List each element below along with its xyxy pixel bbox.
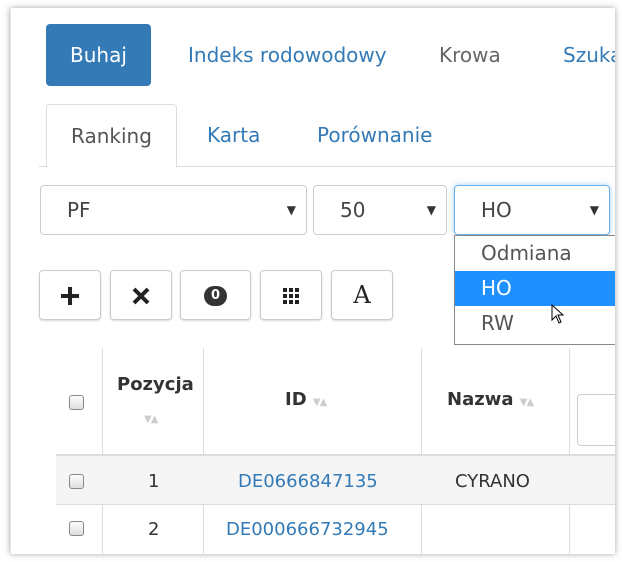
caret-down-icon: ▼ [589,203,599,217]
selected-count-button[interactable]: 0 [180,270,251,320]
font-button[interactable]: A [331,270,393,320]
header-name[interactable]: Nazwa ▼▲ [447,389,534,410]
header-position-label: Pozycja [117,374,194,395]
header-id-label: ID [285,389,307,410]
tab-porownanie[interactable]: Porównanie [317,104,432,166]
grid-icon [283,287,299,304]
sort-icon: ▼▲ [312,397,327,408]
row-id-link[interactable]: DE000666732945 [226,519,389,540]
font-icon: A [353,281,371,309]
header-id[interactable]: ID ▼▲ [285,389,327,410]
sort-icon[interactable]: ▼▲ [144,406,158,427]
clear-button[interactable] [110,270,172,320]
breed-dropdown-list: Odmiana HO RW [454,235,615,345]
trait-select-value: PF [67,198,91,222]
count-select[interactable]: 50 ▼ [313,185,447,235]
x-icon [132,287,150,304]
sort-icon: ▼▲ [519,397,534,408]
nav-pill-search[interactable]: Szuka [563,24,615,86]
columns-button[interactable] [260,270,322,320]
option-rw[interactable]: RW [455,306,615,341]
header-name-label: Nazwa [447,389,514,410]
tab-karta[interactable]: Karta [207,104,260,166]
count-select-value: 50 [340,198,366,222]
row-position: 1 [148,471,160,492]
mouse-cursor-icon [551,304,565,324]
selected-count-badge: 0 [203,285,228,306]
option-ho[interactable]: HO [455,271,615,306]
table-divider [102,348,103,554]
nav-pill-buhaj[interactable]: Buhaj [46,24,151,86]
nav-pill-pedigree-index[interactable]: Indeks rodowodowy [188,24,387,86]
add-button[interactable] [39,270,101,320]
row-position: 2 [148,519,160,540]
table-divider [203,348,204,554]
tab-ranking[interactable]: Ranking [46,104,177,168]
plus-icon [61,286,79,305]
table-row-border [56,504,615,505]
breed-select[interactable]: HO ▼ [454,185,610,235]
row-id-link[interactable]: DE0666847135 [238,471,378,492]
header-position[interactable]: Pozycja [117,374,194,395]
caret-down-icon: ▼ [426,203,436,217]
table-divider [569,348,570,554]
select-all-checkbox[interactable] [69,395,84,410]
caret-down-icon: ▼ [286,203,296,217]
nav-pill-krowa[interactable]: Krowa [439,24,501,86]
trait-select[interactable]: PF ▼ [40,185,307,235]
table-divider [421,348,422,554]
row-checkbox[interactable] [69,521,84,536]
row-checkbox[interactable] [69,474,84,489]
column-filter-input[interactable] [577,394,615,446]
option-odmiana[interactable]: Odmiana [455,236,615,271]
breed-select-value: HO [481,198,512,222]
row-name: CYRANO [455,471,530,492]
app-frame: Buhaj Indeks rodowodowy Krowa Szuka Rank… [10,8,615,554]
